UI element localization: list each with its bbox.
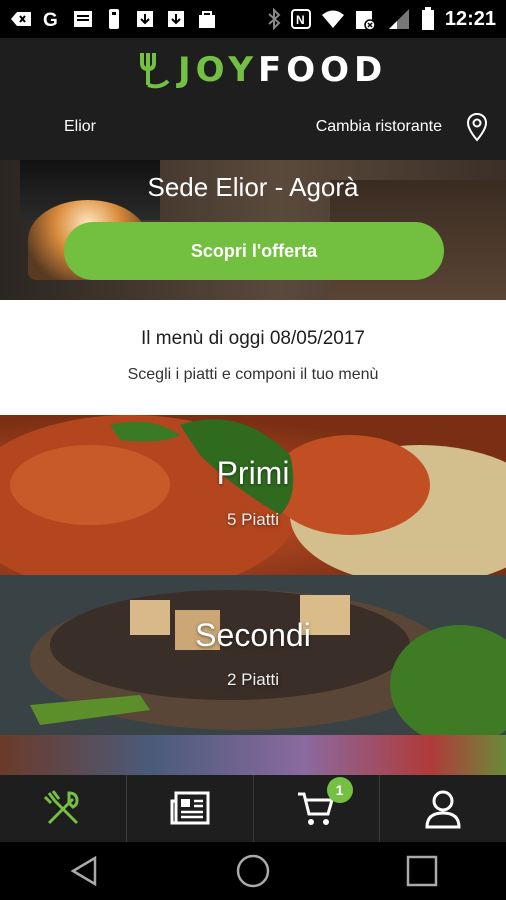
wifi-icon bbox=[321, 10, 344, 28]
menu-title: Il menù di oggi 08/05/2017 bbox=[141, 328, 365, 349]
joyfood-logo: JOYFOOD bbox=[138, 50, 387, 90]
hero-banner: Sede Elior - Agorà Scopri l'offerta bbox=[0, 160, 506, 300]
google-icon: G bbox=[41, 8, 63, 30]
hero-title: Sede Elior - Agorà bbox=[147, 172, 359, 202]
primi-food-image bbox=[0, 415, 506, 575]
notification-back-icon bbox=[10, 8, 32, 30]
status-right-icons: N 12:21 bbox=[267, 5, 496, 33]
logo-joy: JOY bbox=[178, 50, 258, 90]
app-header: JOYFOOD Elior Cambia ristorante bbox=[0, 38, 506, 160]
svg-text:N: N bbox=[296, 13, 305, 27]
change-restaurant-link[interactable]: Cambia ristorante bbox=[316, 118, 442, 136]
recents-icon[interactable] bbox=[405, 854, 439, 888]
news-icon bbox=[170, 791, 210, 824]
category-card-secondi[interactable]: Secondi 2 Piatti bbox=[0, 575, 506, 735]
fork-knife-icon bbox=[43, 789, 79, 824]
cart-badge: 1 bbox=[326, 777, 353, 803]
system-navigation-bar bbox=[0, 842, 506, 900]
category-count: 5 Piatti bbox=[227, 510, 279, 529]
nav-cart[interactable]: 1 bbox=[252, 775, 380, 842]
logo-food: FOOD bbox=[257, 50, 388, 90]
category-card-primi[interactable]: Primi 5 Piatti bbox=[0, 415, 506, 575]
location-pin-icon[interactable] bbox=[466, 112, 488, 142]
nav-news[interactable] bbox=[125, 775, 253, 842]
category-title: Primi bbox=[216, 455, 290, 491]
menu-info: Il menù di oggi 08/05/2017 Scegli i piat… bbox=[0, 300, 506, 415]
download-icon bbox=[134, 8, 156, 30]
signal-icon bbox=[388, 9, 409, 29]
bottom-navigation: 1 bbox=[0, 775, 506, 842]
data-off-icon bbox=[355, 11, 376, 31]
battery-icon bbox=[421, 7, 434, 30]
status-bar: G N 12:21 bbox=[0, 0, 506, 38]
nfc-icon: N bbox=[290, 9, 311, 29]
fork-spoon-logo-icon bbox=[140, 53, 170, 89]
image-icon bbox=[72, 8, 94, 30]
nav-profile[interactable] bbox=[379, 775, 506, 842]
usb-icon bbox=[103, 8, 125, 30]
bluetooth-icon bbox=[268, 8, 281, 30]
menu-subtitle: Scegli i piatti e componi il tuo menù bbox=[127, 366, 379, 383]
profile-icon bbox=[425, 790, 461, 828]
nav-menu[interactable] bbox=[0, 775, 126, 842]
category-card-partial[interactable] bbox=[0, 735, 506, 775]
restaurant-name: Elior bbox=[64, 118, 97, 135]
svg-text:G: G bbox=[43, 10, 58, 29]
status-left-icons: G bbox=[10, 5, 218, 33]
download-icon bbox=[165, 8, 187, 30]
category-title: Secondi bbox=[195, 617, 311, 653]
secondi-food-image bbox=[0, 575, 506, 735]
status-time: 12:21 bbox=[444, 7, 496, 30]
discover-offer-button[interactable]: Scopri l'offerta bbox=[64, 222, 444, 280]
back-icon[interactable] bbox=[67, 854, 101, 888]
home-icon[interactable] bbox=[235, 853, 271, 889]
category-count: 2 Piatti bbox=[227, 670, 279, 689]
bag-icon bbox=[196, 8, 218, 30]
